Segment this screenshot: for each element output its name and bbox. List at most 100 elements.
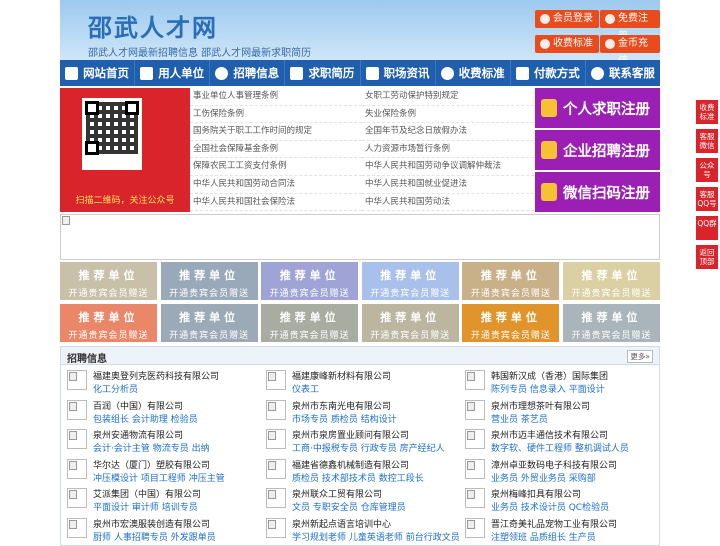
recommended-employer-tile[interactable]: 推荐单位 开通贵宾会员赠送 xyxy=(462,304,560,342)
recommended-employer-tile[interactable]: 推荐单位 开通贵宾会员赠送 xyxy=(160,304,258,342)
policy-link[interactable]: 工伤保险条例 xyxy=(190,106,362,124)
company-name-link[interactable]: 漳州卓亚数码电子科技有限公司 xyxy=(491,458,617,471)
policy-link[interactable]: 中华人民共和国劳动争议调解仲裁法 xyxy=(362,158,534,176)
recommended-employer-tile[interactable]: 推荐单位 开通贵宾会员赠送 xyxy=(563,262,660,300)
employer-register-button[interactable]: 企业招聘注册 xyxy=(535,130,660,170)
float-qq-group[interactable]: QQ群 xyxy=(696,216,718,240)
recommended-employer-tile[interactable]: 推荐单位 开通贵宾会员赠送 xyxy=(160,262,258,300)
job-titles-link[interactable]: 业务员 外贸业务员 采购部 xyxy=(491,471,596,484)
company-name-link[interactable]: 泉州联众工贸有限公司 xyxy=(292,487,382,500)
company-logo-icon[interactable] xyxy=(266,429,286,449)
company-name-link[interactable]: 福建省德鑫机械制造有限公司 xyxy=(292,458,409,471)
company-name-link[interactable]: 福建奥登列克医药科技有限公司 xyxy=(93,369,219,382)
company-name-link[interactable]: 泉州市理想茶叶有限公司 xyxy=(491,399,590,412)
recommended-employer-tile[interactable]: 推荐单位 开通贵宾会员赠送 xyxy=(60,304,157,342)
company-name-link[interactable]: 晋江奇美礼品宠物工业有限公司 xyxy=(491,517,617,530)
company-name-link[interactable]: 韩国新汉成（香港）国际集团 xyxy=(491,369,608,382)
float-pricing[interactable]: 收费标准 xyxy=(696,100,718,124)
company-logo-icon[interactable] xyxy=(266,370,286,390)
float-wechat-service[interactable]: 客服微信 xyxy=(696,129,718,153)
company-name-link[interactable]: 泉州安通物流有限公司 xyxy=(93,428,183,441)
login-button[interactable]: 会员登录 xyxy=(535,10,599,28)
job-titles-link[interactable]: 厨师 人事招聘专员 外发跟单员 xyxy=(93,530,216,543)
float-official-account[interactable]: 公众号 xyxy=(696,158,718,182)
recommended-employer-tile[interactable]: 推荐单位 开通贵宾会员赠送 xyxy=(361,262,459,300)
company-logo-icon[interactable] xyxy=(465,488,485,508)
policy-link[interactable]: 中华人民共和国劳动合同法 xyxy=(190,176,362,194)
company-name-link[interactable]: 福建康峰新材料有限公司 xyxy=(292,369,391,382)
policy-link[interactable]: 失业保险条例 xyxy=(362,106,534,124)
company-name-link[interactable]: 泉州市宏澳服装创造有限公司 xyxy=(93,517,210,530)
recommended-employer-tile[interactable]: 推荐单位 开通贵宾会员赠送 xyxy=(261,304,359,342)
policy-link[interactable]: 国务院关于职工工作时间的规定 xyxy=(190,123,362,141)
job-titles-link[interactable]: 市场专员 质检员 结构设计 xyxy=(292,412,397,425)
job-titles-link[interactable]: 平面设计 审计师 培训专员 xyxy=(93,500,198,513)
policy-link[interactable]: 全国社会保障基金条例 xyxy=(190,141,362,159)
company-logo-icon[interactable] xyxy=(67,429,87,449)
job-titles-link[interactable]: 陈列专员 信息录入 平面设计 xyxy=(491,382,605,395)
nav-pricing[interactable]: 收费标准 xyxy=(436,60,511,86)
company-logo-icon[interactable] xyxy=(465,399,485,420)
job-titles-link[interactable]: 数字软、硬件工程师 整机调试人员 xyxy=(491,441,629,454)
float-back-to-top[interactable]: 返回顶部 xyxy=(696,245,718,269)
company-logo-icon[interactable] xyxy=(465,370,485,390)
wechat-register-button[interactable]: 微信扫码注册 xyxy=(535,172,660,212)
job-titles-link[interactable]: 质检员 技术部技术员 数控工段长 xyxy=(292,471,424,484)
company-name-link[interactable]: 百润（中国）有限公司 xyxy=(93,399,183,412)
nav-payment[interactable]: 付款方式 xyxy=(511,60,586,86)
job-titles-link[interactable]: 工商·中报税专员 行政专员 房产经纪人 xyxy=(292,441,445,454)
job-titles-link[interactable]: 文员 专职安全员 仓库管理员 xyxy=(292,500,406,513)
company-name-link[interactable]: 泉州市东南光电有限公司 xyxy=(292,399,391,412)
policy-link[interactable]: 全国年节及纪念日放假办法 xyxy=(362,123,534,141)
job-titles-link[interactable]: 注塑领班 品质组长 生产员 xyxy=(491,530,596,543)
site-logo[interactable]: 邵武人才网 xyxy=(88,8,218,43)
float-qq-service[interactable]: 客服QQ号 xyxy=(696,187,718,211)
policy-link[interactable]: 保障农民工工资支付条例 xyxy=(190,158,362,176)
nav-resumes[interactable]: 求职简历 xyxy=(285,60,361,86)
pricing-button[interactable]: 收费标准 xyxy=(535,35,599,53)
policy-link[interactable]: 中华人民共和国就业促进法 xyxy=(362,176,534,194)
recharge-button[interactable]: 金币充值 xyxy=(600,35,660,67)
job-titles-link[interactable]: 冲压模设计 项目工程师 冲压主管 xyxy=(93,471,225,484)
recommended-employer-tile[interactable]: 推荐单位 开通贵宾会员赠送 xyxy=(563,304,660,342)
company-logo-icon[interactable] xyxy=(465,458,485,479)
job-titles-link[interactable]: 包装组长 会计助理 检验员 xyxy=(93,412,198,425)
company-name-link[interactable]: 艾派集团（中国）有限公司 xyxy=(93,487,201,500)
policy-link[interactable]: 人力资源市场暂行条例 xyxy=(362,141,534,159)
company-name-link[interactable]: 泉州市泉房置业顾问有限公司 xyxy=(292,428,409,441)
policy-link[interactable]: 中华人民共和国社会保险法 xyxy=(190,194,362,212)
company-logo-icon[interactable] xyxy=(266,458,286,479)
job-titles-link[interactable]: 学习规划老师 儿童英语老师 前台行政文员 xyxy=(292,530,460,543)
company-name-link[interactable]: 泉州市迈丰通信技术有限公司 xyxy=(491,428,608,441)
company-logo-icon[interactable] xyxy=(266,399,286,420)
policy-link[interactable]: 事业单位人事管理条例 xyxy=(190,88,362,106)
recommended-employer-tile[interactable]: 推荐单位 开通贵宾会员赠送 xyxy=(60,262,157,300)
more-link[interactable]: 更多» xyxy=(627,350,653,363)
company-logo-icon[interactable] xyxy=(67,399,87,420)
jobseeker-register-button[interactable]: 个人求职注册 xyxy=(535,88,660,128)
company-logo-icon[interactable] xyxy=(266,517,286,538)
nav-employers[interactable]: 用人单位 xyxy=(135,60,211,86)
nav-jobs[interactable]: 招聘信息 xyxy=(210,60,286,86)
company-logo-icon[interactable] xyxy=(465,517,485,538)
recommended-employer-tile[interactable]: 推荐单位 开通贵宾会员赠送 xyxy=(462,262,560,300)
company-logo-icon[interactable] xyxy=(67,370,87,390)
nav-home[interactable]: 网站首页 xyxy=(60,60,136,86)
job-titles-link[interactable]: 会计·会计主管 物流专员 出纳 xyxy=(93,441,210,454)
company-name-link[interactable]: 泉州梅峰扣具有限公司 xyxy=(491,487,581,500)
recommended-employer-tile[interactable]: 推荐单位 开通贵宾会员赠送 xyxy=(361,304,459,342)
job-titles-link[interactable]: 仪表工 xyxy=(292,382,319,395)
company-logo-icon[interactable] xyxy=(67,458,87,479)
nav-news[interactable]: 职场资讯 xyxy=(361,60,436,86)
recommended-employer-tile[interactable]: 推荐单位 开通贵宾会员赠送 xyxy=(261,262,359,300)
company-logo-icon[interactable] xyxy=(266,488,286,508)
job-titles-link[interactable]: 业务员 技术设计员 QC检验员 xyxy=(491,500,609,513)
job-titles-link[interactable]: 化工分析员 xyxy=(93,382,138,395)
company-logo-icon[interactable] xyxy=(67,488,87,508)
register-button[interactable]: 免费注册 xyxy=(600,10,660,42)
company-logo-icon[interactable] xyxy=(67,517,87,538)
company-name-link[interactable]: 泉州新起点语言培训中心 xyxy=(292,517,391,530)
policy-link[interactable]: 女职工劳动保护特别规定 xyxy=(362,88,534,106)
job-titles-link[interactable]: 营业员 茶艺员 xyxy=(491,412,548,425)
nav-contact[interactable]: 联系客服 xyxy=(586,60,660,86)
